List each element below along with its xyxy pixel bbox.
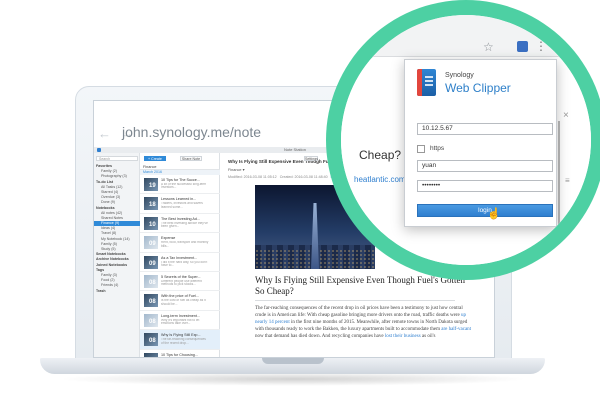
bookmark-star-icon[interactable]: ☆: [483, 40, 494, 54]
note-item-snippet: I did it the hard way, so you don't have…: [161, 260, 208, 267]
note-day: 09: [149, 241, 156, 248]
note-item-title: Expense: [161, 236, 176, 241]
note-list-item[interactable]: 08 5 Secrets of the Super... Different peo…: [140, 272, 220, 292]
body-link[interactable]: are half-vacant: [441, 327, 471, 332]
zoomed-scrollbar[interactable]: [558, 121, 560, 265]
note-item-title: As a Tax Investment...: [161, 255, 198, 260]
note-thumbnail: 08: [144, 313, 158, 327]
note-thumbnail: 18: [144, 197, 158, 211]
note-day: 08: [149, 338, 156, 345]
note-list-panel: + Create Share Note Finance March 2016 1…: [140, 153, 220, 357]
notebook-selector[interactable]: Finance ▾: [228, 167, 244, 172]
note-item-snippet: The far-reaching consequences of the rec…: [161, 338, 206, 345]
web-clipper-popup: Synology Web Clipper 10.12.5.67 https yu…: [404, 59, 557, 227]
username-input[interactable]: yuan: [417, 160, 553, 172]
article-body: The far-reaching consequences of the rec…: [255, 305, 475, 340]
server-address-input[interactable]: 10.12.5.67: [417, 123, 553, 135]
note-day: 08: [149, 279, 156, 286]
article-divider: [255, 300, 455, 301]
body-text: as oil's: [420, 334, 436, 339]
note-day: 08: [149, 299, 156, 306]
product-name: Web Clipper: [445, 81, 511, 95]
note-list-item[interactable]: 08 Why Is Flying Still Exp... The far-reac…: [140, 330, 220, 350]
note-item-title: Long-term Investment...: [161, 313, 200, 318]
note-list-item[interactable]: 08 With the price of Fuel... Is the cost o…: [140, 291, 220, 311]
note-thumbnail: 08: [144, 274, 158, 288]
https-label: https: [430, 145, 445, 152]
logo-band: [417, 69, 422, 96]
note-list-item[interactable]: 08 Long-term Investment... Why it's import…: [140, 311, 220, 331]
logo-line: [425, 80, 433, 82]
meta-modified: Modified: 2016-03-08 11:05:12: [228, 175, 277, 179]
laptop-shadow: [58, 372, 528, 386]
note-item-title: With the price of Fuel...: [161, 294, 199, 299]
browser-toolbar-zoomed: ☆ ⋮: [341, 15, 591, 57]
https-checkbox[interactable]: [417, 145, 425, 153]
note-day: 09: [149, 260, 156, 267]
note-day: 19: [149, 183, 156, 189]
web-clipper-logo-icon: [417, 69, 436, 96]
note-thumbnail: 09: [144, 236, 158, 250]
logo-line: [425, 84, 433, 86]
create-button[interactable]: + Create: [144, 156, 166, 161]
zoom-magnifier: ☆ ⋮ Cheap? heatlantic.com/busi × ≡ Synol…: [341, 15, 591, 265]
note-thumbnail: 08: [144, 294, 158, 308]
note-list-item[interactable]: 10 The Best Investing Ad... The best inves…: [140, 214, 220, 234]
note-list-item[interactable]: 19 10 Tips for The Succe... A lot of the s…: [140, 175, 220, 195]
note-thumbnail: 19: [144, 178, 158, 191]
note-item-title: 10 Tips for The Succe...: [161, 178, 200, 182]
note-list-item[interactable]: 0810 Tips for Choosing...Choosing a fina…: [140, 350, 220, 357]
tower-silhouette: [311, 203, 319, 269]
body-text: now that demand has died down. And recyc…: [255, 334, 385, 339]
body-text: The far-reaching consequences of the rec…: [255, 306, 463, 318]
note-item-snippet: Different people use different methods t…: [161, 279, 202, 287]
laptop-notch: [262, 358, 324, 364]
hand-cursor-icon: ☝: [487, 208, 501, 220]
sidebar-item[interactable]: Trash: [94, 289, 140, 294]
zoomed-more-icon[interactable]: ≡: [565, 176, 570, 185]
note-item-title: Why Is Flying Still Exp...: [161, 333, 201, 338]
note-item-snippet: Is the cost of fuel as cheap as it shoul…: [161, 299, 206, 306]
zoomed-close-icon[interactable]: ×: [563, 110, 569, 121]
sidebar: Search Favorites Family (2) Photography (3…: [94, 153, 140, 357]
login-button[interactable]: login: [417, 204, 553, 217]
body-link[interactable]: lost their business: [385, 334, 421, 339]
app-logo-icon: [97, 148, 101, 152]
note-thumbnail: 08: [144, 352, 158, 357]
note-item-title: The Best Investing Ad...: [161, 216, 200, 221]
note-item-title: Lessons Learned in...: [161, 197, 197, 202]
sidebar-list: Favorites Family (2) Photography (3) To-do …: [94, 164, 140, 294]
note-list: 19 10 Tips for The Succe... A lot of the s…: [140, 175, 220, 357]
note-thumbnail: 09: [144, 255, 158, 269]
brand-name: Synology: [445, 72, 474, 79]
note-list-item[interactable]: 09 As a Tax Investment... I did it the har…: [140, 253, 220, 272]
note-item-snippet: A lot of the successful long-term invest…: [161, 183, 207, 190]
meta-created: Created: 2016-03-08 11:48:40: [279, 175, 328, 179]
note-item-snippet: Why it's important not to let emotions t…: [161, 318, 200, 326]
browser-menu-icon[interactable]: ⋮: [535, 39, 547, 53]
note-thumbnail: 10: [144, 216, 158, 230]
browser-url[interactable]: john.synology.me/note: [122, 124, 261, 140]
share-note-button[interactable]: Share Note: [180, 156, 202, 161]
note-item-snippet: Traders, investors and savers learned so…: [161, 202, 203, 209]
note-day: 18: [149, 202, 156, 209]
note-item-snippet: The best investing advice they've been g…: [161, 221, 208, 229]
article-heading: Why Is Flying Still Expensive Even Thoug…: [255, 275, 465, 296]
web-clipper-extension-icon[interactable]: [517, 41, 528, 52]
note-day: 08: [149, 318, 156, 325]
note-item-title: 10 Tips for Choosing...: [161, 352, 198, 357]
note-list-item[interactable]: 18 Lessons Learned in... Traders, investor…: [140, 194, 220, 214]
note-day: 10: [149, 221, 156, 228]
note-list-item[interactable]: 09 Expense Rent, food, transport and month…: [140, 233, 220, 253]
settings-button[interactable]: Settings: [304, 156, 318, 161]
sidebar-search-input[interactable]: Search: [96, 156, 138, 161]
note-item-snippet: Rent, food, transport and monthly bills.…: [161, 241, 209, 248]
zoomed-heading: Cheap?: [359, 148, 402, 162]
note-thumbnail: 08: [144, 333, 158, 347]
logo-line: [425, 76, 433, 78]
app-title: Note Station: [283, 147, 306, 152]
note-item-title: 5 Secrets of the Super...: [161, 274, 201, 279]
password-input[interactable]: ••••••••: [417, 180, 553, 192]
